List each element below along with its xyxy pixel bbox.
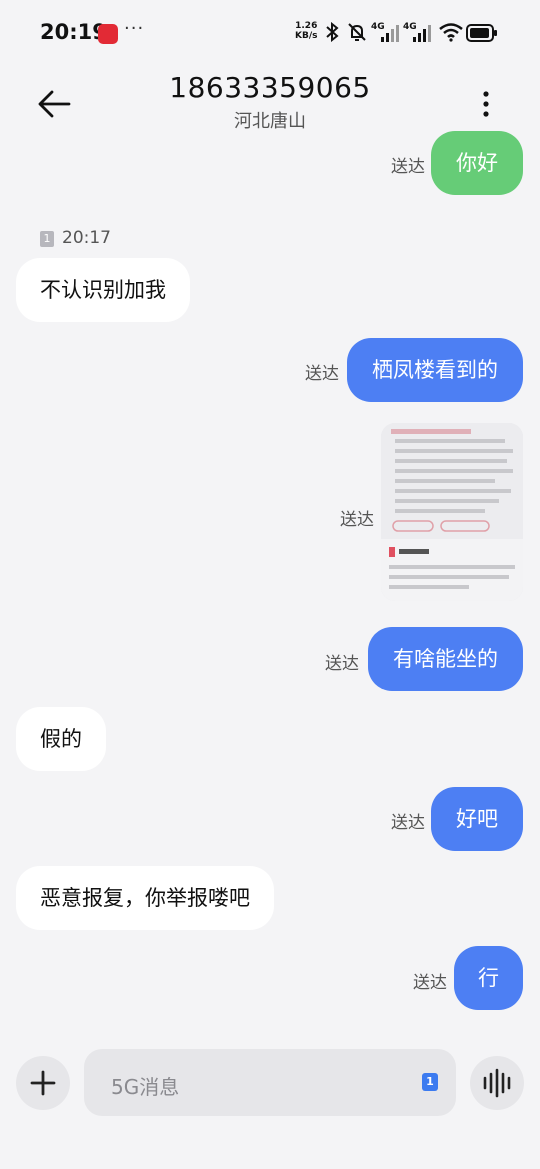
delivery-status: 送达 — [413, 973, 447, 993]
voice-input-button[interactable] — [470, 1056, 524, 1110]
sim-select-icon[interactable]: 1 — [422, 1073, 438, 1091]
clock: 20:19 — [40, 20, 107, 44]
message-bubble-outgoing[interactable]: 你好 — [431, 131, 523, 195]
plus-icon — [30, 1070, 56, 1096]
more-options-icon[interactable] — [472, 84, 500, 124]
net-speed-unit: KB/s — [295, 31, 318, 41]
message-bubble-incoming[interactable]: 假的 — [16, 707, 106, 771]
delivery-status: 送达 — [391, 813, 425, 833]
cell-signal-2: 4G — [403, 22, 433, 48]
message-bubble-outgoing[interactable]: 好吧 — [431, 787, 523, 851]
status-bar: 20:19 ··· 1.26 KB/s 4G 4G — [0, 0, 540, 64]
message-bubble-outgoing[interactable]: 栖凤楼看到的 — [347, 338, 523, 402]
mute-icon — [348, 23, 366, 41]
blurred-screenshot-image — [381, 423, 523, 601]
message-input[interactable]: 5G消息 1 — [84, 1049, 456, 1116]
more-notifications-icon: ··· — [124, 18, 145, 39]
network-type-label: 4G — [403, 22, 417, 32]
image-message-thumbnail[interactable] — [381, 423, 523, 601]
contact-location: 河北唐山 — [234, 111, 306, 132]
contact-phone-number: 18633359065 — [169, 71, 371, 104]
timestamp: 20:17 — [62, 228, 111, 248]
delivery-status: 送达 — [325, 654, 359, 674]
delivery-status: 送达 — [340, 510, 374, 530]
message-bubble-incoming[interactable]: 恶意报复，你举报喽吧 — [16, 866, 274, 930]
delivery-status: 送达 — [391, 157, 425, 177]
compose-bar: 5G消息 1 — [0, 1040, 540, 1130]
message-bubble-outgoing[interactable]: 行 — [454, 946, 523, 1010]
timestamp-row: 1 20:17 — [40, 228, 111, 248]
notification-app-icon — [98, 24, 118, 44]
sim-card-badge: 1 — [40, 231, 54, 247]
message-input-placeholder: 5G消息 — [111, 1075, 180, 1099]
voice-wave-icon — [483, 1068, 511, 1098]
message-bubble-outgoing[interactable]: 有啥能坐的 — [368, 627, 523, 691]
add-attachment-button[interactable] — [16, 1056, 70, 1110]
net-speed: 1.26 KB/s — [295, 21, 317, 41]
wifi-icon — [439, 23, 463, 42]
network-type-label: 4G — [371, 22, 385, 32]
net-speed-value: 1.26 — [295, 21, 318, 31]
delivery-status: 送达 — [305, 364, 339, 384]
battery-icon — [466, 24, 497, 42]
cell-signal-1: 4G — [371, 22, 401, 48]
message-bubble-incoming[interactable]: 不认识别加我 — [16, 258, 190, 322]
bluetooth-icon — [326, 22, 339, 42]
